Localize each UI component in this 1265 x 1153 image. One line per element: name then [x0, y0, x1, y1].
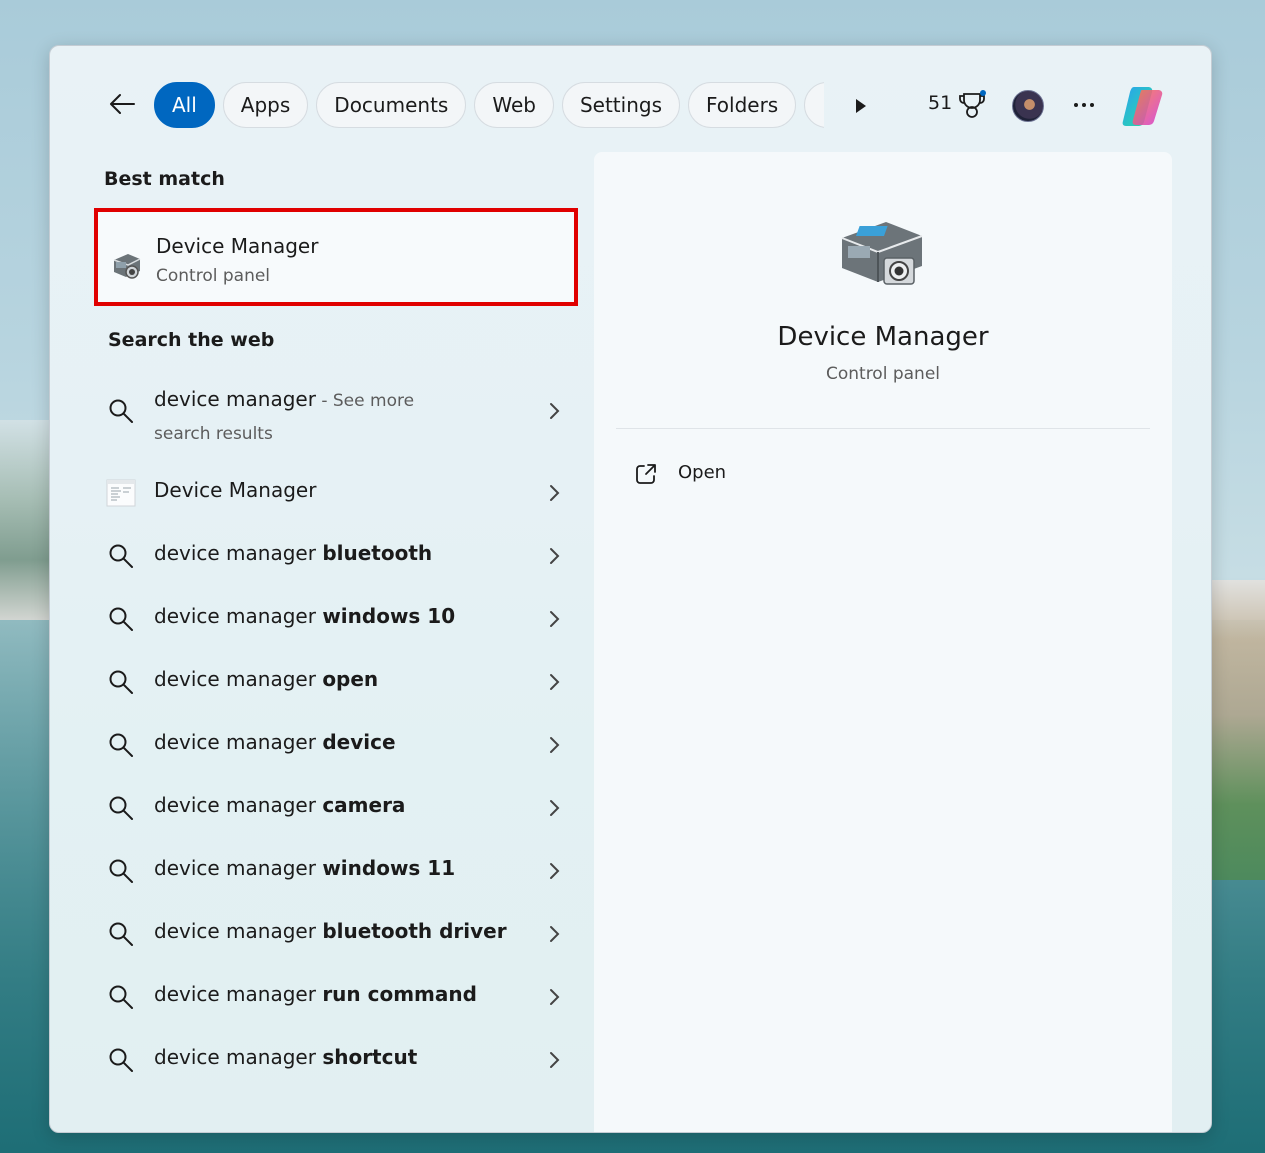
search-icon — [108, 1047, 134, 1073]
search-icon — [108, 398, 134, 424]
search-icon — [108, 606, 134, 632]
back-arrow-icon[interactable] — [106, 88, 138, 120]
play-icon[interactable] — [850, 94, 872, 118]
best-match-heading: Best match — [104, 168, 225, 190]
web-result-device-manager[interactable]: device manager - See more search results — [106, 378, 568, 458]
chevron-right-icon — [548, 736, 560, 754]
detail-title: Device Manager — [777, 322, 989, 352]
search-icon — [108, 543, 134, 569]
chevron-right-icon — [548, 1051, 560, 1069]
best-match-subtitle: Control panel — [156, 266, 271, 286]
web-result-text: device manager device — [154, 730, 396, 754]
divider — [616, 428, 1150, 429]
chevron-right-icon — [548, 547, 560, 565]
web-result-text: device manager windows 10 — [154, 604, 456, 628]
open-external-icon — [634, 462, 658, 486]
search-icon — [108, 984, 134, 1010]
chevron-right-icon — [548, 402, 560, 420]
web-result-text: device manager open — [154, 667, 379, 691]
copilot-icon[interactable] — [1120, 84, 1166, 128]
open-action[interactable]: Open — [634, 458, 834, 494]
chevron-right-icon — [548, 862, 560, 880]
web-result-text: device manager - See more search results — [154, 387, 415, 444]
web-result-shortcut[interactable]: device manager shortcut — [106, 1031, 568, 1087]
web-result-text: device manager bluetooth — [154, 541, 433, 565]
user-avatar[interactable] — [1012, 90, 1044, 122]
web-result-text: device manager windows 11 — [154, 856, 456, 880]
web-result-text: Device Manager — [154, 478, 317, 502]
web-result-text: device manager run command — [154, 982, 477, 1006]
chevron-right-icon — [548, 484, 560, 502]
web-result-windows-10[interactable]: device manager windows 10 — [106, 590, 568, 646]
search-toolbar: All Apps Documents Web Settings Folders … — [50, 46, 1211, 166]
trophy-icon[interactable] — [958, 90, 986, 120]
web-result-text: device manager bluetooth driver — [154, 919, 507, 943]
web-result-camera[interactable]: device manager camera — [106, 779, 568, 835]
filter-chip-folders[interactable]: Folders — [687, 82, 797, 128]
web-result-bluetooth-driver[interactable]: device manager bluetooth driver — [106, 905, 568, 961]
search-icon — [108, 921, 134, 947]
web-result-device[interactable]: device manager device — [106, 716, 568, 772]
chevron-right-icon — [548, 799, 560, 817]
chevron-right-icon — [548, 673, 560, 691]
search-icon — [108, 732, 134, 758]
device-manager-icon — [110, 252, 144, 282]
document-thumbnail-icon — [106, 478, 136, 508]
rewards-points: 51 — [928, 92, 953, 114]
chevron-right-icon — [548, 925, 560, 943]
chevron-right-icon — [548, 988, 560, 1006]
search-web-heading: Search the web — [108, 329, 275, 351]
web-result-text: device manager camera — [154, 793, 406, 817]
search-panel: All Apps Documents Web Settings Folders … — [49, 45, 1212, 1133]
web-result-open[interactable]: device manager open — [106, 653, 568, 709]
open-label: Open — [678, 462, 727, 483]
filter-chip-photos[interactable]: Photos — [804, 82, 824, 128]
web-result-run-command[interactable]: device manager run command — [106, 968, 568, 1024]
search-icon — [108, 858, 134, 884]
detail-subtitle: Control panel — [825, 364, 941, 384]
search-icon — [108, 669, 134, 695]
web-result-text: device manager shortcut — [154, 1045, 418, 1069]
chevron-right-icon — [548, 610, 560, 628]
web-result-bluetooth[interactable]: device manager bluetooth — [106, 527, 568, 583]
desktop-scenery-right — [1205, 580, 1265, 880]
filter-chip-all[interactable]: All — [154, 82, 215, 128]
filter-chip-web[interactable]: Web — [474, 82, 554, 128]
device-manager-large-icon — [834, 214, 928, 294]
filter-chip-settings[interactable]: Settings — [561, 82, 680, 128]
filter-chip-apps[interactable]: Apps — [222, 82, 309, 128]
ellipsis-icon[interactable] — [1068, 92, 1100, 118]
filter-chips: All Apps Documents Web Settings Folders … — [154, 82, 824, 130]
filter-chip-documents[interactable]: Documents — [316, 82, 467, 128]
best-match-title: Device Manager — [156, 234, 319, 258]
web-result-windows-11[interactable]: device manager windows 11 — [106, 842, 568, 898]
best-match-device-manager[interactable]: Device Manager Control panel — [94, 208, 578, 306]
search-icon — [108, 795, 134, 821]
web-result-device-manager-doc[interactable]: Device Manager — [106, 464, 568, 520]
detail-pane: Device Manager Control panel Open — [594, 152, 1172, 1132]
